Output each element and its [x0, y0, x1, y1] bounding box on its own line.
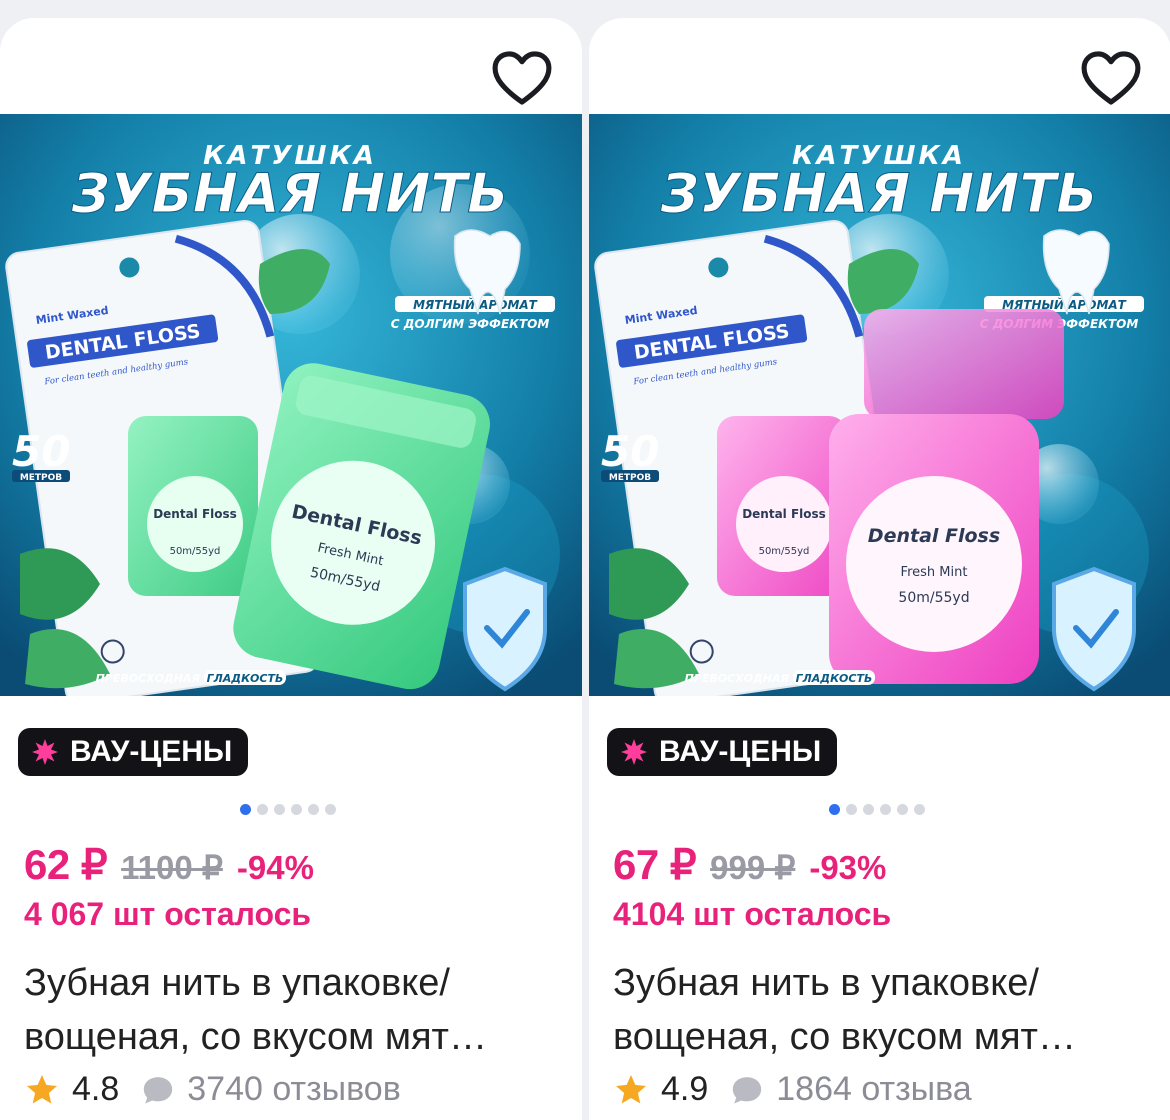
stock-left: 4 067 шт осталось [24, 896, 312, 932]
length-unit: МЕТРОВ [609, 473, 651, 483]
pagination-dot-active [829, 804, 840, 815]
speech-bubble-icon [141, 1074, 175, 1106]
large-box-flavor: Fresh Mint [901, 565, 968, 580]
pagination-dot [897, 804, 908, 815]
pagination-dot [274, 804, 285, 815]
length-unit: МЕТРОВ [20, 473, 62, 483]
reviews-count[interactable]: 3740 отзывов [187, 1070, 401, 1109]
length-number: 50 [601, 427, 659, 476]
star-icon [24, 1072, 60, 1108]
small-box-brand: Dental Floss [742, 507, 826, 521]
pagination-dot [914, 804, 925, 815]
rating-value: 4.9 [661, 1070, 709, 1108]
price-row: 62 ₽ 1100 ₽ -94% [24, 840, 314, 889]
rating-value: 4.8 [72, 1070, 120, 1108]
price-row: 67 ₽ 999 ₽ -93% [613, 840, 886, 889]
favorite-button[interactable] [1075, 42, 1147, 114]
pagination-dot [863, 804, 874, 815]
pagination-dot [325, 804, 336, 815]
badge-label: ВАУ-ЦЕНЫ [659, 735, 822, 768]
pagination-dot [846, 804, 857, 815]
product-photo: КАТУШКА ЗУБНАЯ НИТЬ Mint Waxed DENTAL FL… [0, 114, 582, 696]
bottom-text-1: ПРЕВОСХОДНАЯ [685, 672, 790, 685]
pink-burst-icon [621, 739, 647, 765]
rating-row: 4.8 3740 отзывов [24, 1070, 401, 1109]
bottom-text-2: ГЛАДКОСТЬ [796, 672, 873, 685]
small-box-size: 50m/55yd [759, 546, 810, 557]
product-image[interactable]: КАТУШКА ЗУБНАЯ НИТЬ Mint Waxed DENTAL FL… [589, 114, 1170, 696]
wow-price-badge: ВАУ-ЦЕНЫ [18, 728, 249, 776]
speech-bubble-icon [730, 1074, 764, 1106]
pink-burst-icon [32, 739, 58, 765]
product-card[interactable]: КАТУШКА ЗУБНАЯ НИТЬ Mint Waxed DENTAL FL… [589, 18, 1170, 1120]
image-headline: ЗУБНАЯ НИТЬ [71, 162, 509, 225]
image-pagination [829, 804, 925, 815]
product-title[interactable]: Зубная нить в упаковке/ вощеная, со вкус… [613, 956, 1153, 1064]
star-icon [613, 1072, 649, 1108]
pagination-dot [880, 804, 891, 815]
image-headline: ЗУБНАЯ НИТЬ [660, 162, 1098, 225]
reviews-count[interactable]: 1864 отзыва [776, 1070, 971, 1109]
product-grid: КАТУШКА ЗУБНАЯ НИТЬ Mint Waxed DENTAL FL… [0, 0, 1170, 1120]
pagination-dot [308, 804, 319, 815]
bottom-text-1: ПРЕВОСХОДНАЯ [96, 672, 201, 685]
aroma-line-2: С ДОЛГИМ ЭФФЕКТОМ [391, 317, 550, 331]
wow-price-badge: ВАУ-ЦЕНЫ [607, 728, 838, 776]
pagination-dot [291, 804, 302, 815]
small-box-size: 50m/55yd [170, 546, 221, 557]
product-card[interactable]: КАТУШКА ЗУБНАЯ НИТЬ Mint Waxed DENTAL FL… [0, 18, 582, 1120]
current-price: 62 ₽ [24, 841, 108, 888]
discount: -94% [236, 849, 314, 886]
stock-left: 4104 шт осталось [613, 896, 892, 932]
pagination-dot-active [240, 804, 251, 815]
small-box-brand: Dental Floss [153, 507, 237, 521]
pagination-dot [257, 804, 268, 815]
heart-icon [1081, 51, 1141, 105]
product-image[interactable]: КАТУШКА ЗУБНАЯ НИТЬ Mint Waxed DENTAL FL… [0, 114, 582, 696]
old-price: 1100 ₽ [121, 849, 223, 886]
current-price: 67 ₽ [613, 841, 697, 888]
product-title[interactable]: Зубная нить в упаковке/ вощеная, со вкус… [24, 956, 564, 1064]
favorite-button[interactable] [486, 42, 558, 114]
image-pagination [240, 804, 336, 815]
old-price: 999 ₽ [710, 849, 796, 886]
heart-icon [492, 51, 552, 105]
product-photo: КАТУШКА ЗУБНАЯ НИТЬ Mint Waxed DENTAL FL… [589, 114, 1170, 696]
length-number: 50 [12, 427, 70, 476]
large-box-size: 50m/55yd [898, 590, 969, 606]
large-box-brand: Dental Floss [868, 525, 1000, 547]
bottom-text-2: ГЛАДКОСТЬ [207, 672, 284, 685]
rating-row: 4.9 1864 отзыва [613, 1070, 972, 1109]
discount: -93% [809, 849, 887, 886]
badge-label: ВАУ-ЦЕНЫ [70, 735, 233, 768]
